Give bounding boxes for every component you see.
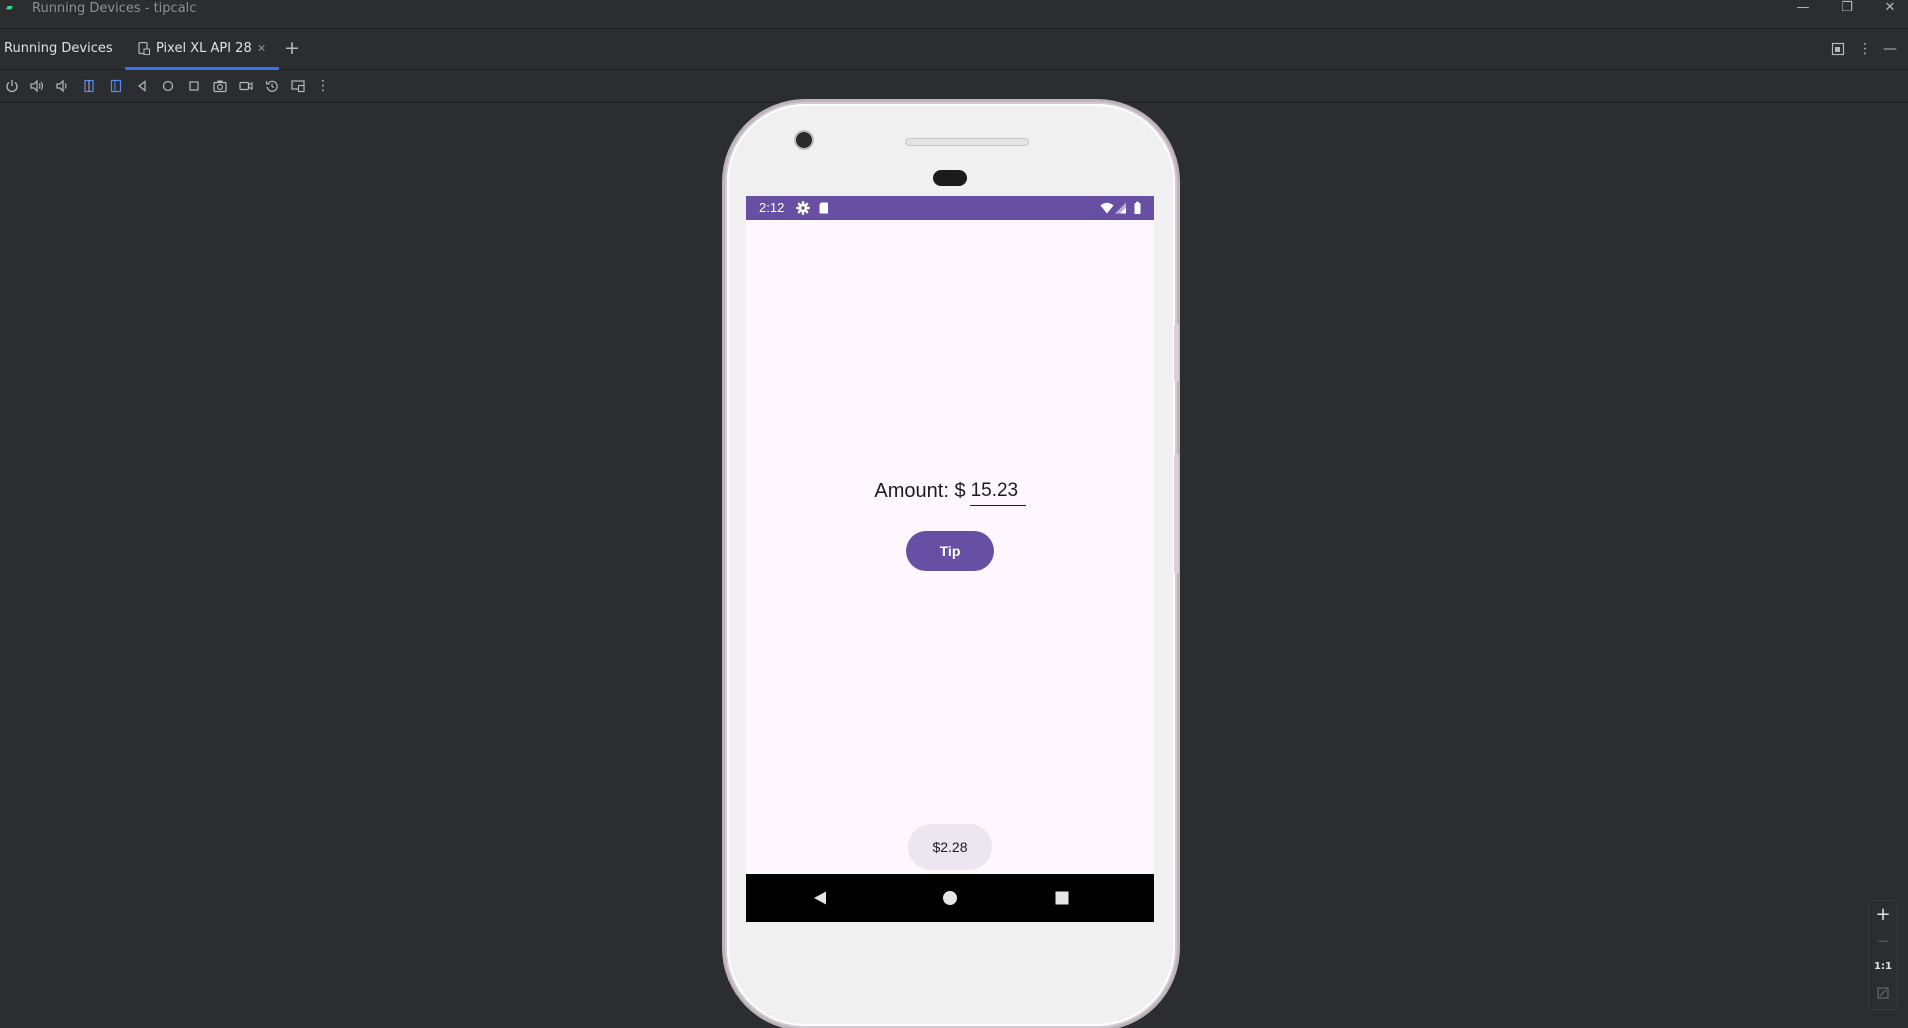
device-screen[interactable]: 2:12 Amount: $15.23 Tip $2.28 [746, 196, 1154, 922]
rotate-left-icon[interactable] [81, 78, 97, 94]
front-camera [794, 130, 814, 150]
home-icon[interactable] [160, 78, 176, 94]
proximity-sensor [933, 170, 967, 186]
video-camera-icon[interactable] [238, 78, 254, 94]
status-time: 2:12 [759, 200, 785, 215]
actual-size-button[interactable]: 1:1 [1869, 954, 1897, 980]
amount-row: Amount: $ [746, 476, 1154, 506]
volume-up-icon[interactable] [29, 78, 45, 94]
rotate-right-icon[interactable] [108, 78, 124, 94]
nav-back-icon[interactable] [810, 888, 830, 908]
window-title: Running Devices - tipcalc [32, 1, 197, 16]
camera-icon[interactable] [212, 78, 228, 94]
battery-icon [1134, 201, 1141, 214]
tool-window-title: Running Devices [4, 41, 113, 56]
overview-icon[interactable] [186, 78, 202, 94]
navigation-bar [746, 874, 1154, 922]
zoom-in-button[interactable]: + [1869, 902, 1897, 928]
power-icon[interactable] [4, 78, 20, 94]
zoom-out-button[interactable]: — [1869, 928, 1897, 954]
amount-label: Amount: $ [874, 480, 966, 502]
volume-down-icon[interactable] [54, 78, 70, 94]
earpiece-speaker [905, 138, 1029, 146]
nav-home-icon[interactable] [940, 888, 960, 908]
add-device-icon[interactable]: + [284, 37, 300, 59]
hide-panel-icon[interactable]: — [1880, 29, 1900, 69]
fit-screen-icon[interactable] [1869, 980, 1897, 1006]
settings-gear-icon [796, 201, 810, 215]
back-icon[interactable] [134, 78, 150, 94]
emulator-toolbar: ⋮ [0, 70, 1908, 103]
layout-options-icon[interactable] [1828, 29, 1848, 69]
status-bar: 2:12 [746, 196, 1154, 220]
tip-button[interactable]: Tip [906, 531, 994, 571]
wifi-icon [1100, 202, 1114, 214]
tool-window-header: Running Devices Pixel XL API 28 ✕ + ⋮ — [0, 29, 1908, 70]
tip-result: $2.28 [908, 824, 992, 870]
close-icon[interactable]: ✕ [1877, 0, 1903, 16]
display-mode-icon[interactable] [290, 78, 306, 94]
restore-icon[interactable]: ❐ [1834, 0, 1860, 16]
nav-overview-icon[interactable] [1052, 888, 1072, 908]
more-options-icon[interactable]: ⋮ [1855, 29, 1875, 69]
tab-label: Pixel XL API 28 [156, 41, 252, 56]
sd-card-icon [819, 202, 828, 214]
volume-side-button [1174, 454, 1179, 574]
more-actions-icon[interactable]: ⋮ [315, 78, 331, 94]
tab-pixel-xl-api-28[interactable]: Pixel XL API 28 ✕ [125, 29, 279, 70]
window-title-bar: ▰ Running Devices - tipcalc — ❐ ✕ [0, 0, 1908, 29]
android-studio-icon: ▰ [6, 3, 13, 13]
minimize-icon[interactable]: — [1790, 0, 1816, 16]
power-side-button [1174, 324, 1179, 382]
tab-close-icon[interactable]: ✕ [257, 29, 266, 69]
app-content: Amount: $ Tip $2.28 [746, 220, 1154, 874]
device-frame: 2:12 Amount: $15.23 Tip $2.28 [727, 104, 1179, 1026]
snapshot-history-icon[interactable] [264, 78, 280, 94]
cell-signal-icon [1115, 202, 1126, 214]
zoom-controls: + — 1:1 [1868, 900, 1898, 1010]
device-icon [138, 42, 150, 55]
amount-input[interactable] [969, 479, 1026, 506]
